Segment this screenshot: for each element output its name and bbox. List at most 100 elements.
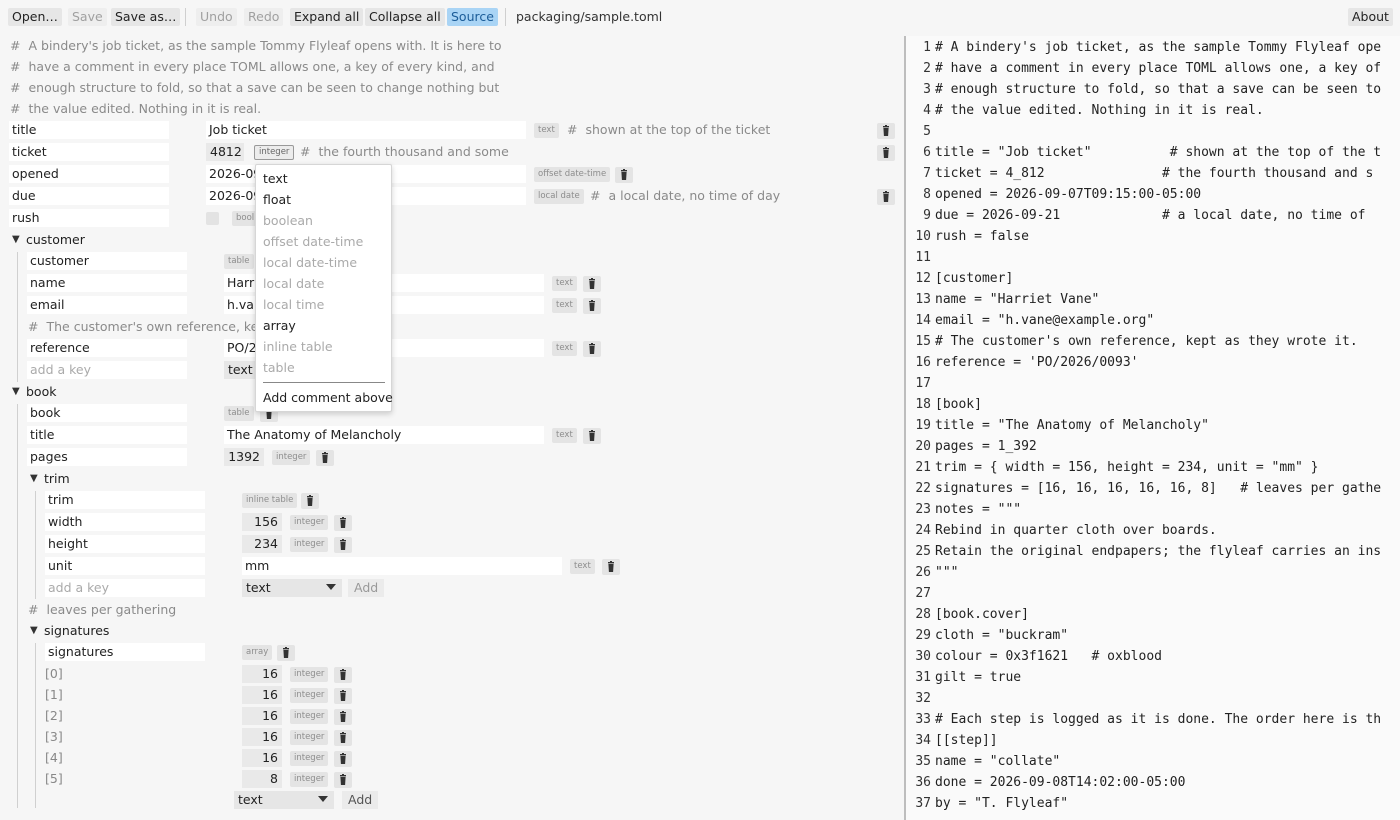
value-field[interactable]: mm (242, 557, 562, 575)
source-text[interactable]: # have a comment in every place TOML all… (935, 58, 1381, 79)
source-text[interactable]: notes = """ (935, 499, 1021, 520)
source-text[interactable]: ticket = 4_812 # the fourth thousand and… (935, 163, 1373, 184)
delete-icon[interactable] (583, 298, 601, 314)
type-tag[interactable]: integer (290, 709, 329, 724)
delete-icon[interactable] (877, 189, 895, 205)
type-tag[interactable]: text (570, 559, 595, 574)
source-text[interactable]: gilt = true (935, 667, 1021, 688)
delete-icon[interactable] (334, 515, 352, 531)
type-tag[interactable]: array (242, 645, 273, 660)
type-tag[interactable]: local date (534, 189, 584, 204)
type-tag[interactable]: integer (290, 667, 329, 682)
type-menu-item-text[interactable]: text (263, 169, 288, 189)
type-tag[interactable]: text (552, 428, 577, 443)
key-field[interactable]: book (27, 404, 187, 422)
delete-icon[interactable] (334, 709, 352, 725)
source-line[interactable]: 12 [customer] (906, 268, 1013, 289)
delete-icon[interactable] (316, 450, 334, 466)
source-text[interactable]: title = "The Anatomy of Melancholy" (935, 415, 1209, 436)
key-field[interactable]: name (27, 274, 187, 292)
source-text[interactable]: opened = 2026-09-07T09:15:00-05:00 (935, 184, 1201, 205)
number-field[interactable]: 1392 (224, 448, 264, 466)
add-type-select[interactable]: text (242, 579, 342, 597)
source-line[interactable]: 26 """ (906, 562, 958, 583)
source-text[interactable]: email = "h.vane@example.org" (935, 310, 1154, 331)
source-text[interactable]: signatures = [16, 16, 16, 16, 16, 8] # l… (935, 478, 1381, 499)
save-button[interactable]: Save (68, 8, 107, 26)
source-toggle-button[interactable]: Source (447, 8, 498, 26)
key-field[interactable]: customer (27, 252, 187, 270)
key-field[interactable]: unit (45, 557, 205, 575)
comment-line[interactable]: # A bindery's job ticket, as the sample T… (10, 37, 502, 55)
source-text[interactable]: # A bindery's job ticket, as the sample … (935, 37, 1381, 58)
delete-icon[interactable] (602, 559, 620, 575)
source-text[interactable]: Rebind in quarter cloth over boards. (935, 520, 1217, 541)
source-line[interactable]: 1 # A bindery's job ticket, as the sample… (906, 37, 1381, 58)
source-text[interactable]: due = 2026-09-21 # a local date, no time… (935, 205, 1365, 226)
inline-comment[interactable]: # the fourth thousand and some (300, 143, 509, 161)
source-text[interactable]: # The customer's own reference, kept as … (935, 331, 1358, 352)
key-field[interactable]: reference (27, 339, 187, 357)
source-line[interactable]: 18 [book] (906, 394, 982, 415)
source-text[interactable]: done = 2026-09-08T14:02:00-05:00 (935, 772, 1185, 793)
type-tag[interactable]: table (224, 254, 254, 269)
section-label[interactable]: customer (26, 231, 85, 249)
type-menu-item-array[interactable]: array (263, 316, 296, 336)
source-line[interactable]: 37 by = "T. Flyleaf" (906, 793, 1068, 814)
expand-all-button[interactable]: Expand all (290, 8, 364, 26)
source-line[interactable]: 35 name = "collate" (906, 751, 1060, 772)
source-text[interactable]: # enough structure to fold, so that a sa… (935, 79, 1381, 100)
delete-icon[interactable] (583, 276, 601, 292)
source-line[interactable]: 6 title = "Job ticket" # shown at the top… (906, 142, 1381, 163)
source-text[interactable]: # Each step is logged as it is done. The… (935, 709, 1381, 730)
source-line[interactable]: 36 done = 2026-09-08T14:02:00-05:00 (906, 772, 1185, 793)
type-tag[interactable]: integer (272, 450, 311, 465)
delete-icon[interactable] (301, 493, 319, 509)
source-line[interactable]: 28 [book.cover] (906, 604, 1029, 625)
save-as-button[interactable]: Save as… (111, 8, 181, 26)
section-label[interactable]: signatures (44, 622, 109, 640)
source-text[interactable]: [customer] (935, 268, 1013, 289)
source-line[interactable]: 4 # the value edited. Nothing in it is re… (906, 100, 1264, 121)
source-line[interactable]: 19 title = "The Anatomy of Melancholy" (906, 415, 1209, 436)
type-tag[interactable]: integer (290, 537, 329, 552)
type-tag[interactable]: integer (290, 772, 329, 787)
delete-icon[interactable] (277, 645, 295, 661)
collapse-all-button[interactable]: Collapse all (365, 8, 445, 26)
section-label[interactable]: book (26, 383, 56, 401)
comment-line[interactable]: # the value edited. Nothing in it is real… (10, 100, 261, 118)
type-select[interactable]: integer (254, 145, 295, 160)
number-field[interactable]: 16 (242, 749, 282, 767)
source-line[interactable]: 7 ticket = 4_812 # the fourth thousand an… (906, 163, 1373, 184)
key-field[interactable]: ticket (9, 143, 169, 161)
delete-icon[interactable] (583, 341, 601, 357)
source-line[interactable]: 15 # The customer's own reference, kept a… (906, 331, 1358, 352)
source-text[interactable]: """ (935, 562, 958, 583)
source-line[interactable]: 20 pages = 1_392 (906, 436, 1036, 457)
source-line[interactable]: 21 trim = { width = 156, height = 234, un… (906, 457, 1318, 478)
source-line[interactable]: 8 opened = 2026-09-07T09:15:00-05:00 (906, 184, 1201, 205)
source-text[interactable]: [book] (935, 394, 982, 415)
source-line[interactable]: 34 [[step]] (906, 730, 998, 751)
source-line[interactable]: 5 (906, 121, 935, 142)
delete-icon[interactable] (615, 167, 633, 183)
type-tag[interactable]: offset date-time (534, 167, 611, 182)
add-comment-above-item[interactable]: Add comment above (263, 388, 393, 408)
source-text[interactable]: name = "collate" (935, 751, 1060, 772)
number-field[interactable]: 4812 (206, 143, 244, 161)
undo-button[interactable]: Undo (196, 8, 237, 26)
source-line[interactable]: 9 due = 2026-09-21 # a local date, no tim… (906, 205, 1365, 226)
redo-button[interactable]: Redo (244, 8, 284, 26)
delete-icon[interactable] (334, 688, 352, 704)
source-text[interactable]: by = "T. Flyleaf" (935, 793, 1068, 814)
source-line[interactable]: 24 Rebind in quarter cloth over boards. (906, 520, 1217, 541)
open-button[interactable]: Open… (8, 8, 62, 26)
source-line[interactable]: 10 rush = false (906, 226, 1029, 247)
add-key-input[interactable]: add a key (27, 361, 187, 379)
source-text[interactable]: [book.cover] (935, 604, 1029, 625)
type-menu-item-float[interactable]: float (263, 190, 291, 210)
source-text[interactable]: colour = 0x3f1621 # oxblood (935, 646, 1162, 667)
source-text[interactable]: [[step]] (935, 730, 998, 751)
source-line[interactable]: 13 name = "Harriet Vane" (906, 289, 1099, 310)
collapse-caret-icon[interactable]: ▼ (30, 622, 38, 640)
